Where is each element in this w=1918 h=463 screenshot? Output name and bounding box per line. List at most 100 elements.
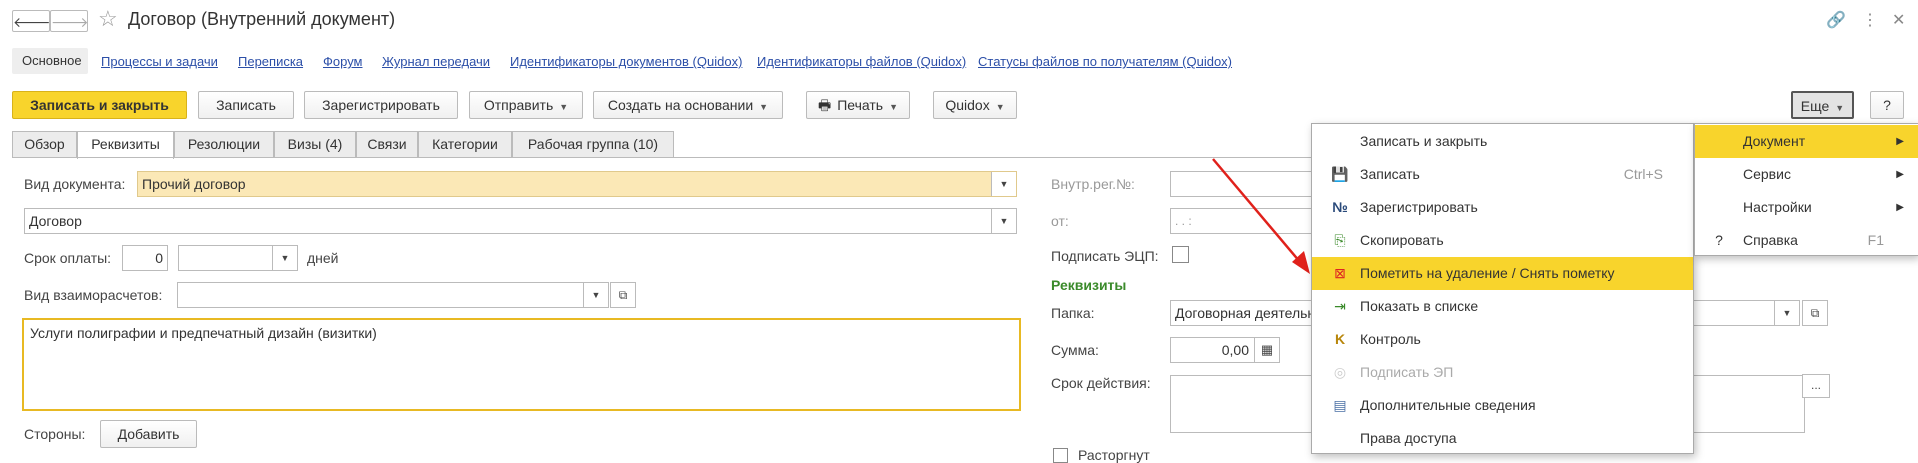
printer-icon: 🖶 <box>817 97 832 113</box>
tab-links[interactable]: Связи <box>356 131 418 157</box>
payment-term-label: Срок оплаты: <box>24 250 112 266</box>
terminated-checkbox[interactable] <box>1053 448 1068 463</box>
menu-item-show-in-list[interactable]: ⇥ Показать в списке <box>1312 290 1693 323</box>
section-tab-correspondence[interactable]: Переписка <box>238 54 303 69</box>
section-tab-forum[interactable]: Форум <box>323 54 363 69</box>
tab-categories[interactable]: Категории <box>418 131 512 157</box>
doc-subtype-field[interactable]: Договор ▼ <box>24 208 1017 234</box>
back-button[interactable]: 🡐 <box>12 10 51 32</box>
settlement-type-field[interactable]: ▼ <box>177 282 609 308</box>
question-icon: ? <box>1715 232 1723 248</box>
doc-type-field[interactable]: Прочий договор ▼ <box>137 171 1017 197</box>
show-in-list-icon: ⇥ <box>1334 298 1346 314</box>
more-button[interactable]: Еще ▼ <box>1791 91 1854 119</box>
menu-item-mark-delete[interactable]: ⊠ Пометить на удаление / Снять пометку <box>1312 257 1693 290</box>
terminated-label: Расторгнут <box>1078 447 1150 463</box>
menu-item-sign-ep[interactable]: ◎ Подписать ЭП <box>1312 356 1693 389</box>
menu-item-control[interactable]: K Контроль <box>1312 323 1693 356</box>
control-k-icon: K <box>1334 331 1346 347</box>
info-sheet-icon: ▤ <box>1333 397 1347 413</box>
menu-item-additional-info[interactable]: ▤ Дополнительные сведения <box>1312 389 1693 422</box>
favorite-star-icon[interactable]: ☆ <box>98 6 118 32</box>
section-tab-processes[interactable]: Процессы и задачи <box>101 54 218 69</box>
open-icon[interactable]: ⧉ <box>610 282 636 308</box>
submenu-item-document[interactable]: Документ ▶ <box>1695 125 1918 158</box>
window-title: Договор (Внутренний документ) <box>128 9 396 29</box>
help-button[interactable]: ? <box>1870 91 1904 119</box>
tab-overview[interactable]: Обзор <box>12 131 77 157</box>
payment-term-input[interactable]: 0 <box>122 245 168 271</box>
open-icon[interactable]: ⧉ <box>1802 300 1828 326</box>
annotation-arrow <box>1212 158 1310 274</box>
save-and-close-button[interactable]: Записать и закрыть <box>12 91 187 119</box>
caret-down-icon: ▼ <box>559 102 569 112</box>
parties-label: Стороны: <box>24 426 86 442</box>
tabs-divider <box>12 157 1312 158</box>
validity-label: Срок действия: <box>1051 375 1151 391</box>
settlement-type-label: Вид взаиморасчетов: <box>24 287 163 303</box>
menu-item-access-rights[interactable]: Права доступа <box>1312 422 1693 455</box>
chevron-right-icon: ▶ <box>1896 202 1904 213</box>
menu-item-save-close[interactable]: Записать и закрыть <box>1312 125 1693 158</box>
internal-reg-label: Внутр.рег.№: <box>1051 176 1135 192</box>
caret-down-icon: ▼ <box>889 102 898 112</box>
menu-item-save[interactable]: 💾 Записать Ctrl+S <box>1312 158 1693 191</box>
section-tab-doc-ids[interactable]: Идентификаторы документов (Quidox) <box>510 54 742 69</box>
submenu-item-settings[interactable]: Настройки ▶ <box>1695 191 1918 224</box>
save-button[interactable]: Записать <box>198 91 294 119</box>
payment-term-unit-select[interactable]: ▼ <box>178 245 298 271</box>
arrow-left-icon: 🡐 <box>13 14 51 30</box>
more-submenu: Документ ▶ Сервис ▶ Настройки ▶ ? Справка F1 <box>1694 123 1918 256</box>
chevron-right-icon: ▶ <box>1896 136 1904 147</box>
from-date-label: от: <box>1051 213 1069 229</box>
section-tab-file-statuses[interactable]: Статусы файлов по получателям (Quidox) <box>978 54 1232 69</box>
subject-textarea[interactable]: Услуги полиграфии и предпечатный дизайн … <box>22 318 1021 411</box>
send-button[interactable]: Отправить ▼ <box>469 91 583 119</box>
arrow-right-icon: 🡒 <box>51 14 89 30</box>
sign-ep-icon: ◎ <box>1333 364 1347 380</box>
dropdown-icon[interactable]: ▼ <box>1774 301 1799 325</box>
quidox-button[interactable]: Quidox ▼ <box>933 91 1017 119</box>
arrow-line <box>1212 158 1301 263</box>
more-vertical-icon[interactable]: ⋮ <box>1862 10 1878 30</box>
menu-item-register[interactable]: № Зарегистрировать <box>1312 191 1693 224</box>
create-based-button[interactable]: Создать на основании ▼ <box>593 91 783 119</box>
menu-item-copy[interactable]: ⎘ Скопировать <box>1312 224 1693 257</box>
section-tab-file-ids[interactable]: Идентификаторы файлов (Quidox) <box>757 54 966 69</box>
submenu-item-help[interactable]: ? Справка F1 <box>1695 224 1918 257</box>
mark-delete-icon: ⊠ <box>1334 265 1346 281</box>
number-sign-icon: № <box>1332 199 1348 215</box>
dropdown-icon[interactable]: ▼ <box>991 209 1016 233</box>
tab-resolutions[interactable]: Резолюции <box>174 131 274 157</box>
tab-visas[interactable]: Визы (4) <box>274 131 356 157</box>
doc-type-label: Вид документа: <box>24 176 126 192</box>
floppy-disk-icon: 💾 <box>1331 166 1349 182</box>
ellipsis-button[interactable]: ... <box>1802 374 1830 398</box>
copy-document-icon: ⎘ <box>1334 232 1346 248</box>
dropdown-icon[interactable]: ▼ <box>272 246 297 270</box>
caret-down-icon: ▼ <box>759 102 769 112</box>
submenu-item-service[interactable]: Сервис ▶ <box>1695 158 1918 191</box>
sum-label: Сумма: <box>1051 342 1099 358</box>
print-button[interactable]: 🖶 Печать ▼ <box>806 91 910 119</box>
calculator-icon[interactable]: ▦ <box>1254 338 1279 362</box>
tab-workgroup[interactable]: Рабочая группа (10) <box>512 131 674 157</box>
caret-down-icon: ▼ <box>1835 103 1845 113</box>
register-button[interactable]: Зарегистрировать <box>304 91 458 119</box>
dropdown-icon[interactable]: ▼ <box>991 172 1016 196</box>
requisites-header: Реквизиты <box>1051 277 1127 293</box>
sign-ecp-label: Подписать ЭЦП: <box>1051 248 1159 264</box>
dropdown-icon[interactable]: ▼ <box>583 283 608 307</box>
close-icon[interactable]: ✕ <box>1892 10 1905 30</box>
forward-button[interactable]: 🡒 <box>50 10 89 32</box>
section-tab-transfer-log[interactable]: Журнал передачи <box>382 54 490 69</box>
tab-requisites[interactable]: Реквизиты <box>77 131 174 159</box>
days-label: дней <box>307 250 339 266</box>
sum-input[interactable]: 0,00 ▦ <box>1170 337 1280 363</box>
folder-label: Папка: <box>1051 305 1095 321</box>
caret-down-icon: ▼ <box>995 102 1005 112</box>
section-tab-main[interactable]: Основное <box>12 48 88 74</box>
link-icon[interactable]: 🔗 <box>1826 10 1846 30</box>
add-party-button[interactable]: Добавить <box>100 420 197 448</box>
sign-ecp-checkbox[interactable] <box>1172 246 1189 263</box>
